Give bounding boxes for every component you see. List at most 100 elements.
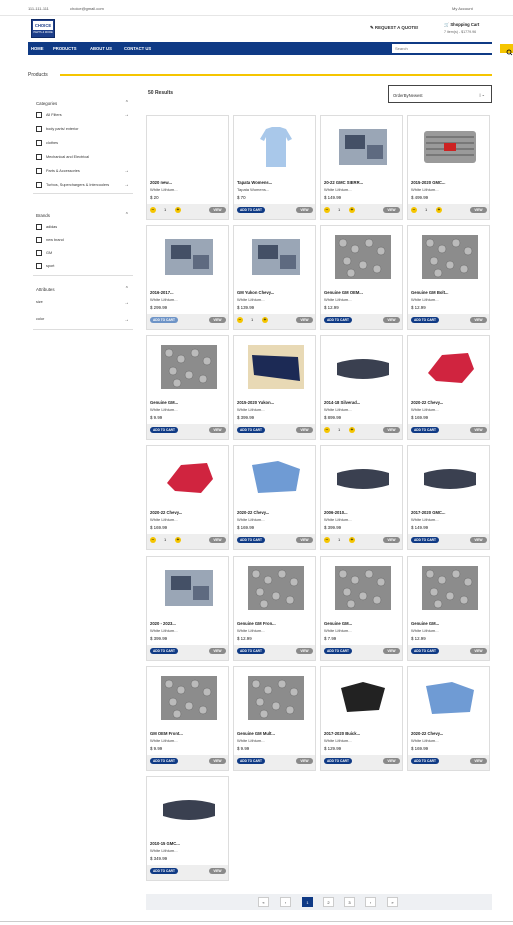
product-image[interactable] <box>335 345 391 389</box>
arrow-right-icon[interactable]: → <box>124 168 129 174</box>
product-card[interactable]: 2006-2010... White Lithium... $ 399.99 − 1 + V… <box>320 445 403 550</box>
view-button[interactable]: VIEW <box>383 317 400 323</box>
add-to-cart-button[interactable]: ADD TO CART <box>411 537 439 543</box>
product-card[interactable]: 2020-22 Chevy... White Lithium... $ 169.99… <box>407 666 490 771</box>
product-image[interactable] <box>335 566 391 610</box>
product-title[interactable]: 2020-22 Chevy... <box>411 400 443 405</box>
nav-home[interactable]: HOME <box>31 46 44 51</box>
checkbox[interactable] <box>36 250 42 256</box>
search-input[interactable] <box>392 44 500 53</box>
plus-icon[interactable]: + <box>349 537 355 543</box>
arrow-right-icon[interactable]: → <box>124 300 129 306</box>
product-image[interactable] <box>161 786 217 830</box>
product-card[interactable]: 2020-22 Chevy... White Lithium... $ 169.99… <box>233 445 316 550</box>
add-to-cart-button[interactable]: ADD TO CART <box>237 207 265 213</box>
product-title[interactable]: Genuine GM... <box>411 621 439 626</box>
page-2[interactable]: 2 <box>323 897 334 907</box>
attributes-heading[interactable]: Attributes <box>36 287 55 292</box>
checkbox[interactable] <box>36 154 42 160</box>
product-image[interactable] <box>422 566 478 610</box>
view-button[interactable]: VIEW <box>296 317 313 323</box>
product-title[interactable]: 20-22 GMC SIERR... <box>324 180 363 185</box>
product-card[interactable]: 2020-22 Chevy... White Lithium... $ 169.99… <box>407 335 490 440</box>
email-text[interactable]: choice@gmail.com <box>70 6 104 11</box>
product-card[interactable]: Genuine GM... White Lithium... $ 7.99 ADD T… <box>320 556 403 661</box>
page-last[interactable]: » <box>387 897 398 907</box>
view-button[interactable]: VIEW <box>470 427 487 433</box>
product-card[interactable]: 2016-2017... White Lithium... $ 299.99 ADD … <box>146 225 229 330</box>
category-option[interactable]: body parts/ exterior <box>36 126 79 132</box>
add-to-cart-button[interactable]: ADD TO CART <box>150 427 178 433</box>
minus-icon[interactable]: − <box>150 537 156 543</box>
product-image[interactable] <box>422 125 478 169</box>
view-button[interactable]: VIEW <box>209 758 226 764</box>
arrow-right-icon[interactable]: → <box>124 112 129 118</box>
product-image[interactable] <box>422 345 478 389</box>
view-button[interactable]: VIEW <box>209 207 226 213</box>
minus-icon[interactable]: − <box>150 207 156 213</box>
product-title[interactable]: 2014-18 Silverad... <box>324 400 360 405</box>
view-button[interactable]: VIEW <box>296 758 313 764</box>
site-logo[interactable]: CHOICE PARTS & MORE <box>31 19 55 38</box>
product-title[interactable]: 2016-2017... <box>150 290 174 295</box>
product-title[interactable]: 2020 new... <box>150 180 172 185</box>
view-button[interactable]: VIEW <box>296 207 313 213</box>
view-button[interactable]: VIEW <box>209 427 226 433</box>
arrow-right-icon[interactable]: → <box>124 182 129 188</box>
plus-icon[interactable]: + <box>349 427 355 433</box>
categories-heading[interactable]: Categories <box>36 101 57 106</box>
product-card[interactable]: 2017-2020 Buick... White Lithium... $ 129.… <box>320 666 403 771</box>
view-button[interactable]: VIEW <box>470 317 487 323</box>
nav-about[interactable]: ABOUT US <box>90 46 112 51</box>
product-title[interactable]: Genuine GM Mult... <box>237 731 275 736</box>
page-next[interactable]: › <box>365 897 376 907</box>
checkbox[interactable] <box>36 182 42 188</box>
product-image[interactable] <box>248 566 304 610</box>
brand-option[interactable]: new brand <box>36 237 64 243</box>
product-card[interactable]: Genuine GM Mult... White Lithium... $ 9.99… <box>233 666 316 771</box>
category-option[interactable]: All Filters <box>36 112 62 118</box>
product-card[interactable]: Genuine GM... White Lithium... $ 9.99 ADD T… <box>146 335 229 440</box>
brand-option[interactable]: adidas <box>36 224 57 230</box>
product-card[interactable]: Genuine GM Fron... White Lithium... $ 12.9… <box>233 556 316 661</box>
minus-icon[interactable]: − <box>324 427 330 433</box>
product-image[interactable] <box>161 125 217 169</box>
product-card[interactable]: Tapata Womens... Tapata Womens... $ 70 ADD … <box>233 115 316 220</box>
product-card[interactable]: 2010-15 GMC... White Lithium... $ 349.99 AD… <box>146 776 229 881</box>
product-title[interactable]: Genuine GM... <box>150 400 178 405</box>
product-title[interactable]: 2010-15 GMC... <box>150 841 180 846</box>
brand-option[interactable]: sport <box>36 263 54 269</box>
view-button[interactable]: VIEW <box>383 758 400 764</box>
add-to-cart-button[interactable]: ADD TO CART <box>237 537 265 543</box>
product-card[interactable]: GM OEM Front... White Lithium... $ 9.99 ADD… <box>146 666 229 771</box>
my-account-link[interactable]: My Account <box>452 6 473 11</box>
product-image[interactable] <box>335 125 391 169</box>
add-to-cart-button[interactable]: ADD TO CART <box>150 317 178 323</box>
add-to-cart-button[interactable]: ADD TO CART <box>324 758 352 764</box>
product-image[interactable] <box>248 455 304 499</box>
view-button[interactable]: VIEW <box>296 537 313 543</box>
add-to-cart-button[interactable]: ADD TO CART <box>237 427 265 433</box>
plus-icon[interactable]: + <box>349 207 355 213</box>
view-button[interactable]: VIEW <box>470 207 487 213</box>
product-card[interactable]: Genuine GM OEM... White Lithium... $ 12.99… <box>320 225 403 330</box>
category-option[interactable]: Mechanical and Electrical <box>36 154 89 160</box>
product-title[interactable]: Genuine GM... <box>324 621 352 626</box>
product-card[interactable]: 2015-2020 GMC... White Lithium... $ 499.99… <box>407 115 490 220</box>
product-image[interactable] <box>335 676 391 720</box>
add-to-cart-button[interactable]: ADD TO CART <box>150 868 178 874</box>
view-button[interactable]: VIEW <box>383 537 400 543</box>
product-card[interactable]: 2020-22 Chevy... White Lithium... $ 169.99… <box>146 445 229 550</box>
product-title[interactable]: Genuine GM Fron... <box>237 621 276 626</box>
chevron-up-icon[interactable]: ⌃ <box>125 212 129 218</box>
product-image[interactable] <box>161 566 217 610</box>
plus-icon[interactable]: + <box>436 207 442 213</box>
product-image[interactable] <box>422 455 478 499</box>
product-title[interactable]: 2020 - 2023... <box>150 621 176 626</box>
product-title[interactable]: Genuine GM Bolt... <box>411 290 448 295</box>
checkbox[interactable] <box>36 126 42 132</box>
page-first[interactable]: « <box>258 897 269 907</box>
product-image[interactable] <box>248 125 304 169</box>
product-image[interactable] <box>335 455 391 499</box>
minus-icon[interactable]: − <box>237 317 243 323</box>
